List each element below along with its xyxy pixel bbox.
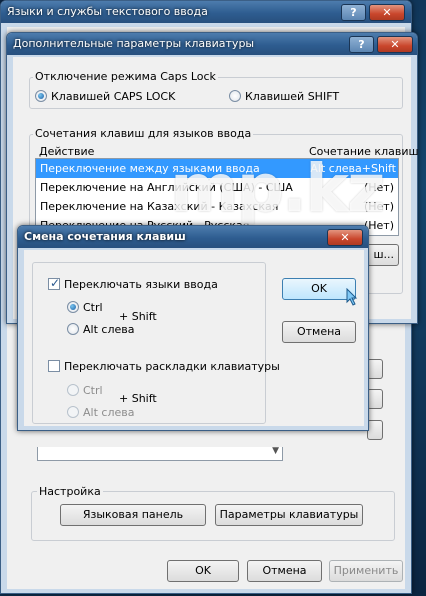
alt-left-radio-disabled[interactable] xyxy=(67,406,79,418)
advanced-close-button[interactable]: ✕ xyxy=(377,36,413,53)
watermark-logo: mp.kz xyxy=(170,150,385,227)
caps-lock-key-radio[interactable] xyxy=(35,90,47,102)
keyboard-params-button[interactable]: Параметры клавиатуры xyxy=(215,504,363,526)
shift-key-label: Клавишей SHIFT xyxy=(245,90,340,103)
alt-left-radio[interactable] xyxy=(67,323,79,335)
ok-button[interactable]: OK xyxy=(167,560,239,582)
plus-shift-label-2: + Shift xyxy=(119,392,157,405)
text-services-close-button[interactable]: ✕ xyxy=(369,4,405,21)
switch-layouts-label: Переключать раскладки клавиатуры xyxy=(64,360,280,373)
alt-left-label: Alt слева xyxy=(83,323,135,336)
dialog-ok-button[interactable]: OK xyxy=(282,278,356,300)
mouse-cursor-icon xyxy=(346,288,358,306)
chevron-down-icon: ▼ xyxy=(272,446,279,456)
side-button-3[interactable] xyxy=(367,420,383,440)
side-button-2[interactable] xyxy=(367,389,383,409)
ctrl-label-disabled: Ctrl xyxy=(83,384,103,397)
switch-layouts-checkbox[interactable] xyxy=(48,360,60,372)
hotkeys-group-label: Сочетания клавиш для языков ввода xyxy=(33,127,254,140)
ctrl-label: Ctrl xyxy=(83,301,103,314)
ctrl-radio[interactable] xyxy=(67,301,79,313)
ctrl-radio-disabled[interactable] xyxy=(67,384,79,396)
caps-lock-key-label: Клавишей CAPS LOCK xyxy=(51,90,176,103)
change-hotkey-close-button[interactable]: ✕ xyxy=(327,229,363,246)
dialog-cancel-button[interactable]: Отмена xyxy=(282,321,356,343)
alt-left-label-disabled: Alt слева xyxy=(83,406,135,419)
advanced-help-button[interactable]: ? xyxy=(349,36,374,53)
column-header-action: Действие xyxy=(39,145,95,158)
change-hotkey-label: ш... xyxy=(373,248,394,261)
caps-lock-group-label: Отключение режима Caps Lock xyxy=(33,70,218,83)
change-hotkey-client: Переключать языки ввода Ctrl + Shift Alt… xyxy=(24,250,364,426)
cancel-button[interactable]: Отмена xyxy=(247,560,322,582)
plus-shift-label: + Shift xyxy=(119,310,157,323)
change-hotkey-title: Смена сочетания клавиш xyxy=(24,230,186,243)
switch-languages-checkbox[interactable] xyxy=(48,276,60,290)
side-button-1[interactable] xyxy=(367,359,383,379)
shift-key-radio[interactable] xyxy=(229,90,241,102)
switch-languages-label: Переключать языки ввода xyxy=(64,278,218,291)
text-services-help-button[interactable]: ? xyxy=(341,4,366,21)
apply-button[interactable]: Применить xyxy=(329,560,403,582)
language-dropdown[interactable]: ▼ xyxy=(37,446,283,461)
change-hotkey-dialog: Смена сочетания клавиш ✕ Переключать язы… xyxy=(17,225,369,431)
language-bar-button[interactable]: Языковая панель xyxy=(60,504,206,526)
change-hotkey-titlebar: Смена сочетания клавиш xyxy=(18,226,368,248)
settings-group-label: Настройка xyxy=(37,485,103,498)
